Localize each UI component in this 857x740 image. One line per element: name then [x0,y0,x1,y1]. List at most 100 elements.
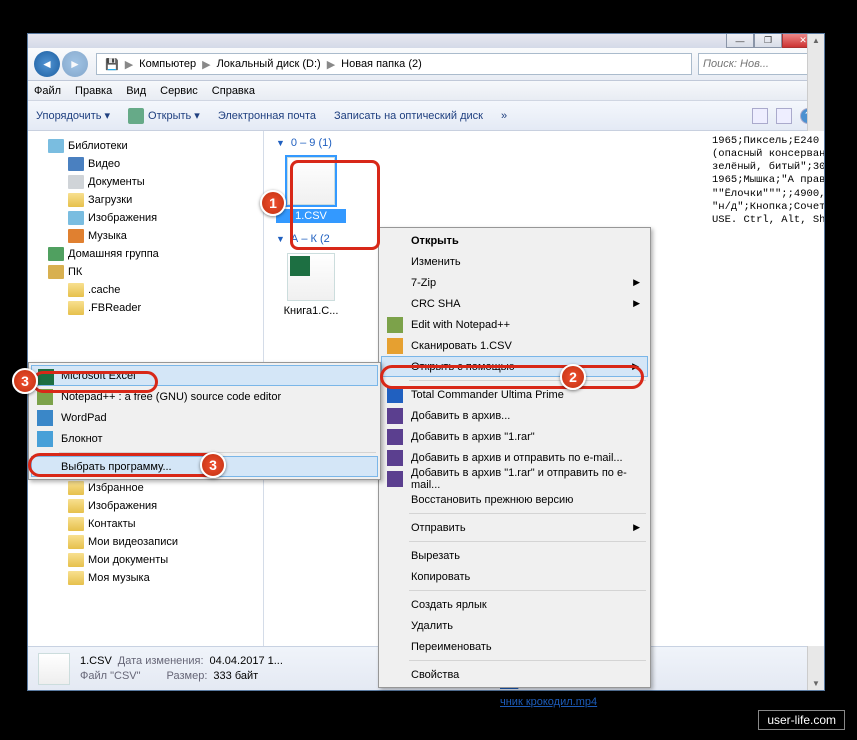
tree-item[interactable]: Загрузки [28,191,263,209]
menu-item-label: Создать ярлык [411,599,487,611]
tree-label: Видео [88,158,120,170]
menu-item-label: Копировать [411,571,470,583]
separator [409,541,646,542]
minimize-button[interactable]: — [726,34,754,48]
callout-3b: 3 [200,452,226,478]
tree-label: Избранное [88,482,144,494]
menu-item[interactable]: Переименовать [381,636,648,657]
folder-icon [68,175,84,189]
tree-item[interactable]: Изображения [28,209,263,227]
excel-file-icon [287,253,335,301]
tree-item[interactable]: Музыка [28,227,263,245]
preview-pane: 1965;Пиксель;E240 – формальдегид (опасны… [712,135,816,227]
menu-edit[interactable]: Правка [75,85,112,97]
tree-item[interactable]: ПК [28,263,263,281]
callout-2: 2 [560,364,586,390]
menu-help[interactable]: Справка [212,85,255,97]
tree-item [28,335,263,353]
tree-item[interactable]: .cache [28,281,263,299]
menu-item[interactable]: Создать ярлык [381,594,648,615]
breadcrumb[interactable]: 💾 ▶ Компьютер ▶ Локальный диск (D:) ▶ Но… [96,53,692,75]
breadcrumb-item[interactable]: Локальный диск (D:) [213,58,325,70]
preview-pane-icon[interactable] [776,108,792,124]
menu-item[interactable]: Блокнот [31,428,378,449]
menu-item[interactable]: Удалить [381,615,648,636]
menu-item[interactable]: CRC SHA▶ [381,293,648,314]
menu-item[interactable]: WordPad [31,407,378,428]
menu-item[interactable]: Добавить в архив... [381,405,648,426]
navbar: ◄ ► 💾 ▶ Компьютер ▶ Локальный диск (D:) … [28,48,824,81]
menu-item[interactable]: Добавить в архив и отправить по e-mail..… [381,447,648,468]
breadcrumb-item[interactable]: Компьютер [135,58,200,70]
tree-item[interactable]: Мои документы [28,551,263,569]
menu-item-label: Добавить в архив... [411,410,510,422]
menu-item[interactable]: Копировать [381,566,648,587]
more-button[interactable]: » [501,110,507,122]
separator [409,590,646,591]
tree-label: Домашняя группа [68,248,159,260]
tree-item[interactable]: Библиотеки [28,137,263,155]
burn-button[interactable]: Записать на оптический диск [334,110,483,122]
menu-tools[interactable]: Сервис [160,85,198,97]
menu-item[interactable]: Добавить в архив "1.rar" [381,426,648,447]
tree-label: Музыка [88,230,127,242]
view-icon[interactable] [752,108,768,124]
breadcrumb-item[interactable]: Новая папка (2) [337,58,426,70]
menu-item[interactable]: Сканировать 1.CSV [381,335,648,356]
menu-item-label: Блокнот [61,433,103,445]
status-thumbnail [38,653,70,685]
drive-icon: 💾 [101,58,123,71]
menu-view[interactable]: Вид [126,85,146,97]
file-kniga1[interactable]: Книга1.C... [276,253,346,317]
tree-item[interactable]: .FBReader [28,299,263,317]
menu-item[interactable]: Добавить в архив "1.rar" и отправить по … [381,468,648,489]
back-button[interactable]: ◄ [34,51,60,77]
tc-icon [387,387,403,403]
rar-icon [387,450,403,466]
menu-item-label: Переименовать [411,641,492,653]
menu-item[interactable]: Открыть [381,230,648,251]
menu-item[interactable]: Изменить [381,251,648,272]
open-button[interactable]: Открыть ▾ [128,108,200,124]
folder-icon [68,301,84,315]
callout-ring-3a [32,371,158,393]
tree-item[interactable]: Избранное [28,479,263,497]
menu-item-label: Добавить в архив и отправить по e-mail..… [411,452,623,464]
menu-item-label: WordPad [61,412,107,424]
menu-item[interactable]: 7-Zip▶ [381,272,648,293]
tree-label: Загрузки [88,194,132,206]
tree-item[interactable]: Мои видеозаписи [28,533,263,551]
tree-item[interactable]: Изображения [28,497,263,515]
tree-item[interactable]: Видео [28,155,263,173]
tree-item[interactable]: Моя музыка [28,569,263,587]
menu-item[interactable]: Отправить▶ [381,517,648,538]
forward-button[interactable]: ► [62,51,88,77]
status-date-label: Дата изменения: [118,654,204,668]
tree-item[interactable]: Документы [28,173,263,191]
menu-item-label: Отправить [411,522,466,534]
email-button[interactable]: Электронная почта [218,110,316,122]
toolbar: Упорядочить ▾ Открыть ▾ Электронная почт… [28,101,824,131]
organize-button[interactable]: Упорядочить ▾ [36,109,110,122]
folder-icon [68,211,84,225]
menu-item[interactable]: Восстановить прежнюю версию [381,489,648,510]
status-size-label: Размер: [167,669,208,683]
search-input[interactable] [698,53,818,75]
rar-icon [387,471,403,487]
maximize-button[interactable]: ❐ [754,34,782,48]
wp-icon [37,410,53,426]
separator [409,513,646,514]
menu-item[interactable]: Edit with Notepad++ [381,314,648,335]
bg-link[interactable]: чник крокодил.mp4 [500,694,597,712]
folder-icon [68,535,84,549]
menu-item-label: Total Commander Ultima Prime [411,389,564,401]
menu-item[interactable]: Свойства [381,664,648,685]
menu-file[interactable]: Файл [34,85,61,97]
tree-item[interactable]: Контакты [28,515,263,533]
menu-item-label: CRC SHA [411,298,461,310]
menu-item[interactable]: Вырезать [381,545,648,566]
callout-3a: 3 [12,368,38,394]
av-icon [387,338,403,354]
tree-item[interactable]: Домашняя группа [28,245,263,263]
rar-icon [387,429,403,445]
